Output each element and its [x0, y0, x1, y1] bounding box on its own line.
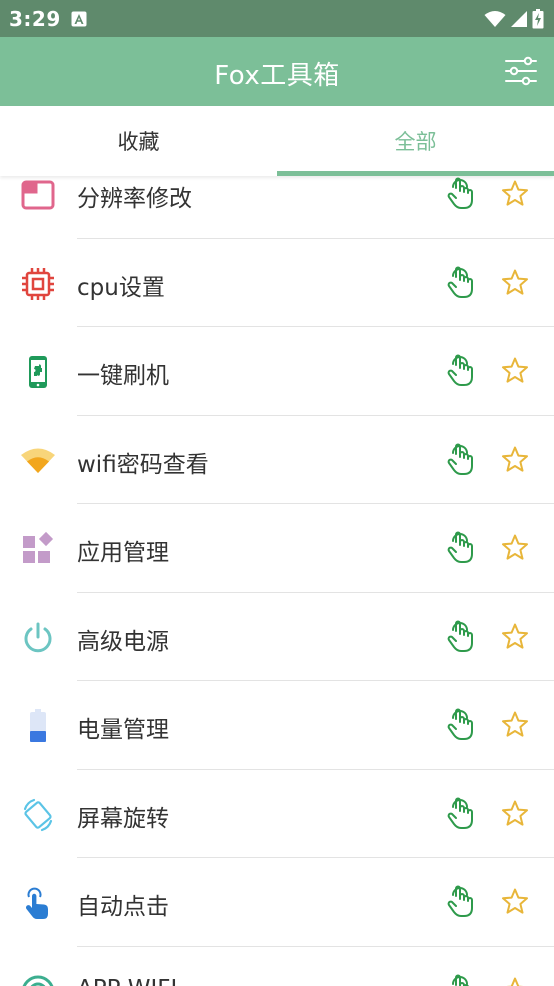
list-item[interactable]: 一键刷机: [0, 327, 554, 416]
tap-gesture-icon[interactable]: [446, 530, 476, 564]
wifi-icon: [21, 448, 55, 473]
status-time: 3:29: [9, 7, 61, 31]
tool-label: 高级电源: [77, 628, 169, 655]
list-item[interactable]: 应用管理: [0, 504, 554, 593]
tool-label: 电量管理: [77, 717, 169, 743]
star-icon[interactable]: [500, 356, 530, 386]
tap-gesture-icon[interactable]: [446, 353, 476, 387]
tap-gesture-icon[interactable]: [446, 265, 476, 299]
filter-settings-icon[interactable]: [504, 54, 538, 88]
resolution-icon: [21, 180, 55, 210]
tap-gesture-icon[interactable]: [446, 707, 476, 741]
tab-bar: 收藏 全部: [0, 106, 554, 176]
star-icon[interactable]: [500, 268, 530, 298]
app-bar: Fox工具箱: [0, 37, 554, 106]
tap-gesture-icon[interactable]: [446, 884, 476, 918]
star-icon[interactable]: [500, 445, 530, 475]
list-item[interactable]: 分辨率修改: [0, 176, 554, 239]
tap-gesture-icon[interactable]: [446, 619, 476, 653]
tool-label: APP WIFI: [77, 976, 177, 986]
star-icon[interactable]: [500, 533, 530, 563]
screen-rotation-icon: [23, 798, 53, 831]
battery-icon: [30, 709, 46, 742]
tap-gesture-icon[interactable]: [446, 973, 476, 986]
list-item[interactable]: 电量管理: [0, 681, 554, 770]
star-icon[interactable]: [500, 179, 530, 209]
phone-flash-icon: [29, 356, 47, 388]
list-item[interactable]: cpu设置: [0, 239, 554, 327]
status-icons: [484, 9, 544, 29]
tool-list[interactable]: 分辨率修改 cpu设置 一键刷机 wifi密码查看 应用管理 高级电源 电量管理…: [0, 176, 554, 986]
battery-charging-icon: [532, 9, 544, 29]
star-icon[interactable]: [500, 710, 530, 740]
power-icon: [24, 622, 52, 652]
tap-gesture-icon[interactable]: [446, 796, 476, 830]
star-icon[interactable]: [500, 799, 530, 829]
star-icon[interactable]: [500, 622, 530, 652]
tool-label: wifi密码查看: [77, 451, 209, 478]
touch-icon: [25, 887, 48, 919]
tool-label: 一键刷机: [77, 363, 169, 389]
tool-label: 自动点击: [77, 894, 169, 920]
list-item[interactable]: 高级电源: [0, 593, 554, 681]
star-icon[interactable]: [500, 976, 530, 986]
app-title: Fox工具箱: [214, 61, 340, 91]
tap-gesture-icon[interactable]: [446, 176, 476, 210]
cpu-icon: [22, 267, 54, 300]
notification-icon: [71, 11, 87, 27]
tool-label: 屏幕旋转: [77, 805, 169, 832]
tool-label: 分辨率修改: [77, 186, 192, 212]
list-item[interactable]: 屏幕旋转: [0, 770, 554, 858]
status-bar: 3:29: [0, 0, 554, 37]
list-item[interactable]: 自动点击: [0, 858, 554, 947]
tab-favorites[interactable]: 收藏: [0, 106, 277, 176]
list-item[interactable]: wifi密码查看: [0, 416, 554, 504]
tab-all[interactable]: 全部: [277, 106, 554, 176]
wifi-signal-icon: [484, 11, 506, 27]
cell-signal-icon: [511, 11, 527, 27]
tap-gesture-icon[interactable]: [446, 442, 476, 476]
app-wifi-icon: [22, 975, 54, 986]
list-item[interactable]: APP WIFI: [0, 947, 554, 986]
star-icon[interactable]: [500, 887, 530, 917]
tool-label: 应用管理: [77, 540, 169, 566]
tool-label: cpu设置: [77, 274, 165, 301]
apps-icon: [23, 531, 54, 563]
